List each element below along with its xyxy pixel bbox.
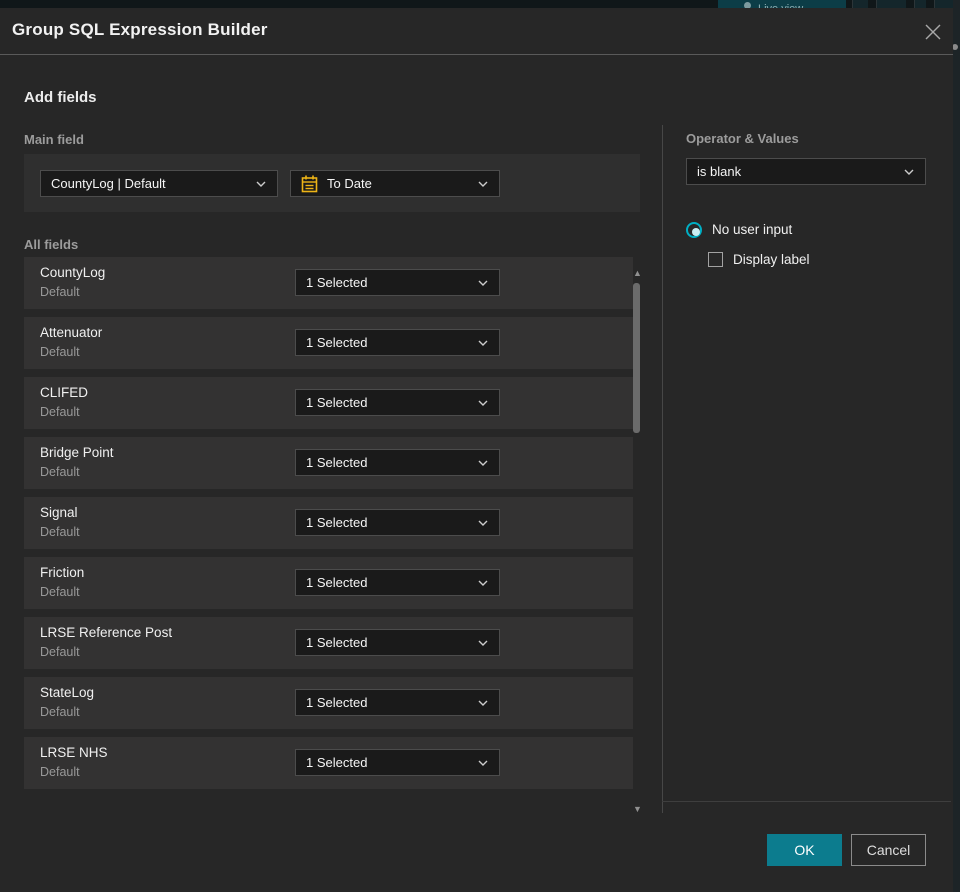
chevron-down-icon	[478, 700, 488, 706]
operator-values-label: Operator & Values	[686, 131, 799, 146]
chevron-down-icon	[478, 460, 488, 466]
field-values-select[interactable]: 1 Selected	[295, 269, 500, 296]
ok-button[interactable]: OK	[767, 834, 842, 866]
dialog-header: Group SQL Expression Builder	[0, 8, 953, 55]
field-values-select-value: 1 Selected	[306, 515, 368, 530]
chevron-down-icon	[478, 520, 488, 526]
field-values-select[interactable]: 1 Selected	[295, 509, 500, 536]
field-values-select-value: 1 Selected	[306, 275, 368, 290]
main-field-select[interactable]: CountyLog | Default	[40, 170, 278, 197]
background-right-strip	[953, 0, 960, 892]
scrollbar-down-icon[interactable]: ▼	[633, 805, 642, 814]
chevron-down-icon	[478, 340, 488, 346]
field-row: StateLog Default 1 Selected	[24, 677, 633, 729]
live-view-button[interactable]: Live view	[718, 0, 846, 8]
all-fields-label: All fields	[24, 237, 79, 252]
field-name: Friction	[40, 565, 85, 580]
chevron-down-icon	[478, 760, 488, 766]
field-subtitle: Default	[40, 345, 80, 359]
operator-select-value: is blank	[697, 164, 742, 179]
field-subtitle: Default	[40, 765, 80, 779]
chevron-down-icon	[904, 169, 914, 175]
no-user-input-radio[interactable]: No user input	[686, 221, 926, 241]
field-row: CLIFED Default 1 Selected	[24, 377, 633, 429]
cancel-button[interactable]: Cancel	[851, 834, 926, 866]
operator-select[interactable]: is blank	[686, 158, 926, 185]
field-row: CountyLog Default 1 Selected	[24, 257, 633, 309]
field-name: Bridge Point	[40, 445, 114, 460]
field-subtitle: Default	[40, 285, 80, 299]
field-name: CountyLog	[40, 265, 106, 280]
radio-icon	[686, 222, 702, 238]
calendar-icon	[301, 175, 318, 193]
right-panel-bottom-border	[662, 801, 951, 802]
main-field-select-value: CountyLog | Default	[51, 176, 166, 191]
field-row: LRSE Reference Post Default 1 Selected	[24, 617, 633, 669]
field-values-select[interactable]: 1 Selected	[295, 689, 500, 716]
background-toolbar-button	[914, 0, 926, 8]
close-icon[interactable]	[920, 19, 946, 45]
field-values-select-value: 1 Selected	[306, 635, 368, 650]
field-row: Attenuator Default 1 Selected	[24, 317, 633, 369]
field-subtitle: Default	[40, 585, 80, 599]
chevron-down-icon	[478, 640, 488, 646]
field-row: Friction Default 1 Selected	[24, 557, 633, 609]
chevron-down-icon	[478, 400, 488, 406]
field-row: LRSE NHS Default 1 Selected	[24, 737, 633, 789]
field-name: CLIFED	[40, 385, 89, 400]
field-name: LRSE Reference Post	[40, 625, 173, 640]
field-values-select[interactable]: 1 Selected	[295, 749, 500, 776]
field-name: StateLog	[40, 685, 95, 700]
field-values-select[interactable]: 1 Selected	[295, 629, 500, 656]
field-values-select[interactable]: 1 Selected	[295, 569, 500, 596]
background-toolbar-button	[852, 0, 868, 8]
list-scrollbar[interactable]: ▲ ▼	[632, 265, 643, 818]
no-user-input-label: No user input	[712, 222, 793, 237]
live-view-label: Live view	[758, 1, 803, 8]
dialog-title: Group SQL Expression Builder	[12, 20, 268, 39]
display-label-checkbox[interactable]: Display label	[708, 251, 928, 271]
chevron-down-icon	[478, 580, 488, 586]
field-values-select-value: 1 Selected	[306, 335, 368, 350]
field-values-select[interactable]: 1 Selected	[295, 329, 500, 356]
scrollbar-thumb[interactable]	[633, 283, 640, 433]
field-subtitle: Default	[40, 645, 80, 659]
field-row: Bridge Point Default 1 Selected	[24, 437, 633, 489]
field-subtitle: Default	[40, 705, 80, 719]
field-values-select-value: 1 Selected	[306, 695, 368, 710]
field-subtitle: Default	[40, 405, 80, 419]
checkbox-icon	[708, 252, 723, 267]
field-subtitle: Default	[40, 525, 80, 539]
field-name: LRSE NHS	[40, 745, 108, 760]
main-field-type-value: To Date	[327, 176, 372, 191]
display-label-text: Display label	[733, 252, 810, 267]
field-values-select[interactable]: 1 Selected	[295, 449, 500, 476]
field-values-select-value: 1 Selected	[306, 575, 368, 590]
field-name: Signal	[40, 505, 78, 520]
field-subtitle: Default	[40, 465, 80, 479]
field-name: Attenuator	[40, 325, 103, 340]
add-fields-heading: Add fields	[24, 89, 97, 106]
field-values-select[interactable]: 1 Selected	[295, 389, 500, 416]
main-field-type-select[interactable]: To Date	[290, 170, 500, 197]
background-topbar: Live view	[0, 0, 960, 8]
chevron-down-icon	[478, 280, 488, 286]
field-values-select-value: 1 Selected	[306, 395, 368, 410]
main-field-label: Main field	[24, 132, 84, 147]
field-values-select-value: 1 Selected	[306, 755, 368, 770]
all-fields-list: CountyLog Default 1 Selected Attenuator …	[24, 257, 633, 810]
field-row: Signal Default 1 Selected	[24, 497, 633, 549]
scrollbar-up-icon[interactable]: ▲	[633, 269, 642, 278]
chevron-down-icon	[256, 181, 266, 187]
chevron-down-icon	[478, 181, 488, 187]
main-field-panel: CountyLog | Default To Date	[24, 154, 640, 212]
field-values-select-value: 1 Selected	[306, 455, 368, 470]
group-sql-expression-builder-dialog: Group SQL Expression Builder Add fields …	[0, 8, 953, 892]
background-toolbar-button	[876, 0, 906, 8]
column-divider	[662, 125, 663, 813]
